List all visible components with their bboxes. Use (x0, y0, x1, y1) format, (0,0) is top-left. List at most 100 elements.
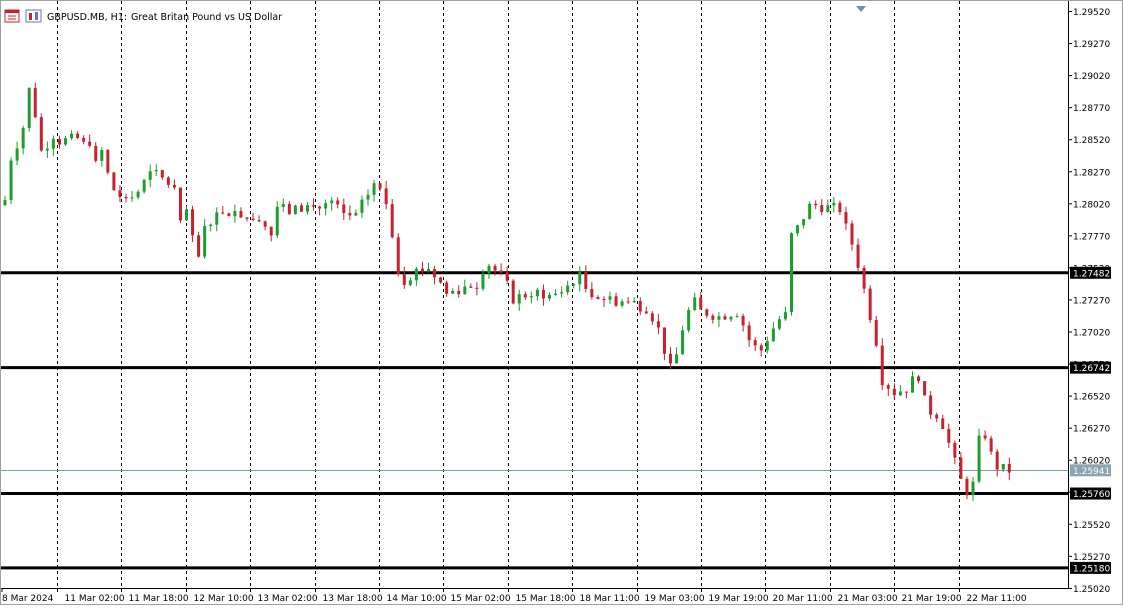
candle (529, 291, 533, 304)
candle (9, 157, 13, 204)
y-tick-label: 1.29270 (1073, 40, 1110, 50)
candlestick-chart[interactable]: 1.29520 1.29270 1.29020 1.28770 1.28520 1.282… (0, 0, 1123, 605)
hline-price-tag: 1.26742 (1070, 361, 1111, 374)
candle (632, 297, 636, 303)
candle (747, 321, 751, 348)
candle (590, 282, 594, 300)
candle (904, 391, 908, 399)
chart-canvas[interactable]: 1.29520 1.29270 1.29020 1.28770 1.28520 1.282… (0, 0, 1123, 605)
candle (753, 337, 757, 352)
axes (0, 0, 1123, 605)
y-tick-label: 1.27270 (1073, 296, 1110, 306)
candle (106, 149, 110, 175)
candle (862, 265, 866, 294)
candle (396, 233, 400, 277)
chart-header: GBPUSD.MB, H1: Great Britan Pound vs US … (4, 9, 282, 23)
candle (808, 201, 812, 220)
candle (27, 87, 31, 132)
candle (408, 277, 412, 287)
candle (433, 265, 437, 285)
candle (94, 142, 98, 163)
candle (402, 266, 406, 289)
candle (505, 266, 509, 284)
candle (275, 201, 279, 239)
candle (318, 205, 322, 216)
candle (765, 336, 769, 354)
candle (414, 266, 418, 287)
y-tick-label: 1.26520 (1073, 393, 1110, 403)
candle (983, 430, 987, 441)
candle (142, 178, 146, 194)
candle (221, 206, 225, 215)
chart-window-icon[interactable] (4, 9, 20, 23)
candle (874, 316, 878, 348)
x-tick-label: 21 Mar 03:00 (838, 594, 898, 604)
candle (427, 262, 430, 273)
candle (844, 206, 848, 231)
candle (197, 231, 201, 258)
candle (439, 276, 443, 284)
candle (215, 207, 219, 232)
x-tick-label: 18 Mar 11:00 (580, 594, 640, 604)
candle (941, 414, 945, 430)
x-tick-label: 19 Mar 03:00 (645, 594, 705, 604)
candle (178, 187, 182, 224)
candle (330, 196, 334, 211)
y-tick-label: 1.29520 (1073, 8, 1110, 18)
candle (917, 375, 921, 384)
candle (523, 291, 527, 300)
candle (511, 279, 515, 305)
candle (662, 327, 666, 361)
horizontal-lines[interactable] (1, 271, 1068, 570)
candle (608, 291, 612, 304)
candle (911, 371, 914, 393)
svg-text:1.25941: 1.25941 (1073, 467, 1110, 477)
candle (136, 189, 140, 200)
candle (70, 130, 74, 140)
candle (306, 201, 309, 215)
candle (100, 146, 104, 167)
candle (681, 325, 685, 355)
candle (759, 343, 763, 357)
candle (21, 125, 25, 155)
candle (614, 292, 618, 307)
candle (130, 191, 134, 202)
candle (711, 313, 715, 324)
candle (693, 292, 697, 312)
candle (251, 212, 255, 222)
candle (463, 279, 467, 295)
candle (729, 315, 733, 322)
svg-text:1.25760: 1.25760 (1073, 490, 1110, 500)
candle (82, 135, 86, 145)
y-tick-label: 1.25520 (1073, 521, 1110, 531)
candle (735, 313, 739, 318)
candle (783, 306, 787, 321)
candle (166, 175, 170, 188)
candle (790, 232, 793, 316)
candle (209, 223, 213, 232)
candle (348, 205, 352, 221)
candle (626, 297, 630, 304)
bars-icon[interactable] (25, 9, 42, 23)
x-tick-label: 13 Mar 18:00 (323, 594, 383, 604)
x-tick-label: 19 Mar 19:00 (709, 594, 769, 604)
scroll-marker-icon[interactable] (856, 6, 866, 12)
candle (777, 315, 781, 331)
candle (88, 134, 92, 148)
y-tick-label: 1.25020 (1073, 585, 1110, 595)
candle (76, 131, 80, 140)
candle (299, 203, 303, 212)
hline-price-tag: 1.25180 (1070, 561, 1111, 574)
x-tick-label: 11 Mar 02:00 (65, 594, 125, 604)
candle (124, 193, 128, 203)
candle (263, 220, 267, 231)
y-axis-ticks: 1.29520 1.29270 1.29020 1.28770 1.28520 1.282… (1068, 8, 1110, 595)
symbol-description: Great Britan Pound vs US Dollar (131, 12, 282, 23)
symbol-label: GBPUSD.MB, H1: (47, 12, 127, 23)
candle (620, 299, 624, 308)
candle (675, 347, 679, 364)
candle (517, 289, 521, 311)
x-tick-label: 12 Mar 10:00 (194, 594, 254, 604)
candle (245, 217, 249, 222)
x-tick-label: 13 Mar 02:00 (258, 594, 318, 604)
